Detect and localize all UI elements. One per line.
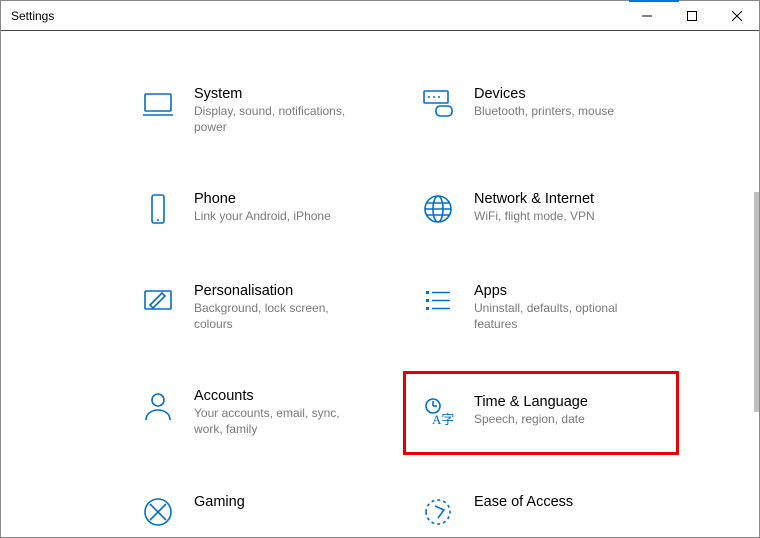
tile-title: System [194,86,364,102]
tile-subtitle: Link your Android, iPhone [194,209,331,225]
tile-subtitle: Your accounts, email, sync, work, family [194,406,364,437]
tile-ease-of-access[interactable]: Ease of Access [416,490,666,534]
settings-grid: System Display, sound, notifications, po… [1,82,751,534]
tile-subtitle: Speech, region, date [474,412,588,428]
tile-system[interactable]: System Display, sound, notifications, po… [136,82,386,139]
tile-subtitle: Background, lock screen, colours [194,301,364,332]
tile-subtitle: Display, sound, notifications, power [194,104,364,135]
close-button[interactable] [714,1,759,30]
tile-network[interactable]: Network & Internet WiFi, flight mode, VP… [416,187,666,231]
tile-title: Ease of Access [474,494,573,510]
titlebar: Settings [1,1,759,31]
time-language-icon: A字 [420,394,456,430]
tile-title: Gaming [194,494,245,510]
paintbrush-icon [140,283,176,319]
tile-phone[interactable]: Phone Link your Android, iPhone [136,187,386,231]
window-title: Settings [11,9,54,23]
tile-title: Phone [194,191,331,207]
tile-personalisation[interactable]: Personalisation Background, lock screen,… [136,279,386,336]
settings-content: System Display, sound, notifications, po… [1,32,751,537]
system-icon [140,86,176,122]
svg-text:A字: A字 [432,412,454,427]
window-controls [624,1,759,30]
tile-title: Apps [474,283,644,299]
tile-title: Devices [474,86,614,102]
tile-subtitle: WiFi, flight mode, VPN [474,209,595,225]
tile-devices[interactable]: Devices Bluetooth, printers, mouse [416,82,666,139]
tile-accounts[interactable]: Accounts Your accounts, email, sync, wor… [136,384,386,441]
tile-subtitle: Uninstall, defaults, optional features [474,301,644,332]
tile-title: Network & Internet [474,191,595,207]
maximize-button[interactable] [669,1,714,30]
top-accent [629,0,679,2]
tile-subtitle: Bluetooth, printers, mouse [474,104,614,120]
globe-icon [420,191,456,227]
person-icon [140,388,176,424]
tile-apps[interactable]: Apps Uninstall, defaults, optional featu… [416,279,666,336]
gaming-icon [140,494,176,530]
tile-title: Personalisation [194,283,364,299]
scrollbar-thumb[interactable] [754,192,759,412]
devices-icon [420,86,456,122]
minimize-button[interactable] [624,1,669,30]
tile-title: Time & Language [474,394,588,410]
ease-of-access-icon [420,494,456,530]
scrollbar-track[interactable] [751,32,759,537]
tile-title: Accounts [194,388,364,404]
phone-icon [140,191,176,227]
apps-list-icon [420,283,456,319]
tile-time-language[interactable]: A字 Time & Language Speech, region, date [416,384,666,441]
tile-gaming[interactable]: Gaming [136,490,386,534]
